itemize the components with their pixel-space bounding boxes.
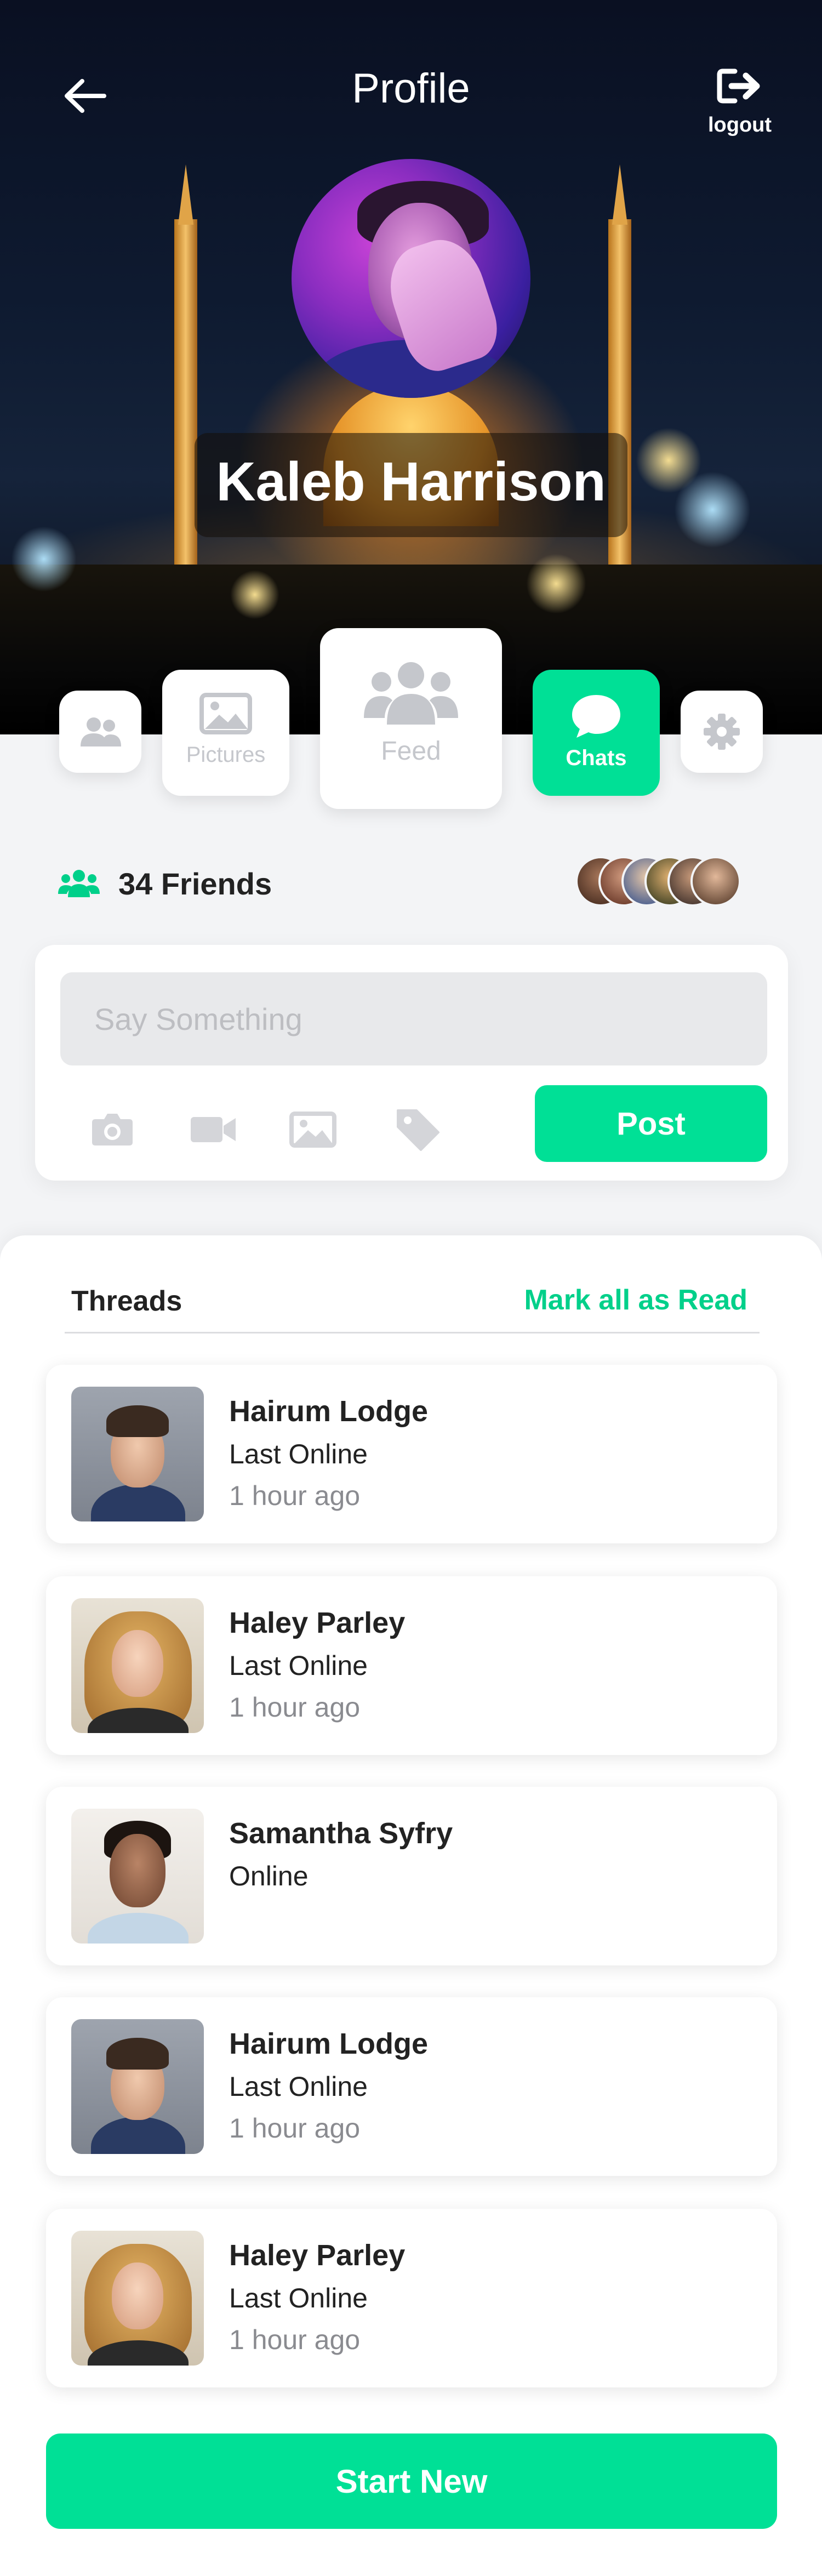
profile-avatar[interactable] [292, 159, 530, 398]
users-icon [364, 662, 458, 725]
thread-status: Online [229, 1861, 309, 1891]
thread-item[interactable]: Samantha Syfry Online [46, 1787, 777, 1965]
tag-icon[interactable] [392, 1104, 442, 1153]
chat-bubble-icon [572, 695, 620, 738]
thread-name: Samantha Syfry [229, 1817, 453, 1850]
threads-panel: Threads Mark all as Read Hairum Lodge La… [0, 1235, 822, 2576]
thread-time: 1 hour ago [229, 1692, 361, 1723]
image-icon[interactable] [288, 1104, 338, 1153]
thread-name: Hairum Lodge [229, 2027, 429, 2060]
page-title: Profile [352, 65, 470, 112]
thread-avatar [71, 1387, 204, 1521]
thread-name: Haley Parley [229, 2239, 406, 2272]
thread-name: Haley Parley [229, 1606, 406, 1639]
friend-avatar [690, 856, 741, 907]
users-icon [58, 870, 100, 897]
tab-chats[interactable]: Chats [533, 670, 660, 796]
tab-pictures[interactable]: Pictures [162, 670, 289, 796]
thread-item[interactable]: Hairum Lodge Last Online 1 hour ago [46, 1365, 777, 1543]
thread-status: Last Online [229, 2071, 368, 2102]
thread-avatar [71, 1809, 204, 1944]
tab-settings[interactable] [681, 691, 763, 773]
friends-count: 34 Friends [118, 866, 272, 901]
users-icon [81, 717, 121, 746]
threads-title: Threads [71, 1285, 182, 1317]
logout-label: logout [707, 113, 772, 136]
tab-friends[interactable] [59, 691, 141, 773]
thread-avatar [71, 2231, 204, 2366]
thread-name: Hairum Lodge [229, 1395, 429, 1428]
post-button[interactable]: Post [535, 1085, 767, 1162]
city-light [230, 570, 279, 619]
thread-avatar [71, 1598, 204, 1733]
post-composer: Post [35, 945, 788, 1181]
city-light [11, 526, 77, 592]
logout-icon [717, 69, 760, 104]
thread-item[interactable]: Hairum Lodge Last Online 1 hour ago [46, 1997, 777, 2176]
minaret [612, 164, 627, 225]
thread-status: Last Online [229, 1650, 368, 1681]
image-icon [199, 693, 252, 734]
profile-header: Profile logout Kaleb Harrison [0, 0, 822, 734]
thread-time: 1 hour ago [229, 2324, 361, 2355]
say-something-input[interactable] [60, 972, 767, 1065]
thread-time: 1 hour ago [229, 2113, 361, 2144]
minaret [178, 164, 193, 225]
thread-time: 1 hour ago [229, 1480, 361, 1511]
minaret [174, 219, 197, 570]
thread-item[interactable]: Haley Parley Last Online 1 hour ago [46, 2209, 777, 2387]
mark-all-read-link[interactable]: Mark all as Read [524, 1284, 747, 1317]
tab-label: Feed [381, 737, 441, 766]
divider [65, 1332, 760, 1333]
tab-feed[interactable]: Feed [320, 628, 502, 809]
thread-avatar [71, 2019, 204, 2154]
start-new-button[interactable]: Start New [46, 2433, 777, 2529]
camera-icon[interactable] [88, 1104, 137, 1153]
friend-avatar-stack[interactable] [575, 856, 762, 909]
profile-name: Kaleb Harrison [216, 451, 606, 512]
gear-icon [704, 714, 740, 750]
tab-label: Pictures [186, 743, 266, 767]
logout-button[interactable]: logout [701, 66, 778, 143]
thread-status: Last Online [229, 2283, 368, 2313]
video-icon[interactable] [189, 1104, 238, 1153]
friends-summary[interactable]: 34 Friends [58, 862, 272, 905]
tab-label: Chats [566, 746, 627, 770]
city-light [526, 554, 586, 614]
thread-item[interactable]: Haley Parley Last Online 1 hour ago [46, 1576, 777, 1755]
thread-status: Last Online [229, 1439, 368, 1469]
